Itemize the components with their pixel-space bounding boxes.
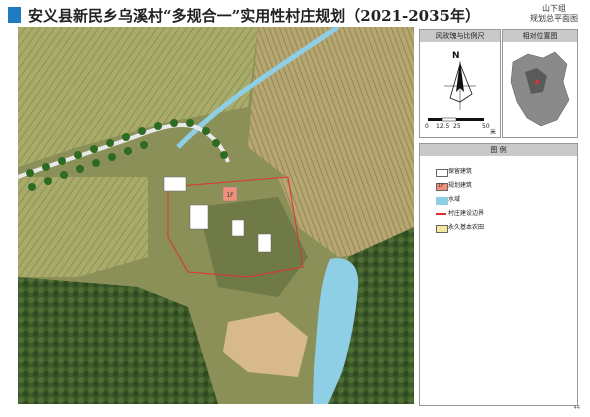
legend-item-farmland: 永久基本农田 — [436, 224, 484, 233]
legend-item-boundary: 村庄建设边界 — [436, 210, 484, 218]
legend-item-retained: 保留建筑 — [436, 168, 472, 177]
legend-panel: 图 例 保留建筑 1F 规划建筑 水域 村庄建设边界 永久基本农田 — [419, 143, 578, 406]
scale-bar-segment — [428, 118, 442, 121]
scale-tick-12-5: 12.5 — [436, 123, 450, 130]
legend-swatch-retained — [436, 169, 448, 177]
aerial-map-canvas: 1F — [18, 27, 414, 404]
wind-rose-panel: 风玫瑰与比例尺 N 0 12.5 25 50 米 — [419, 29, 501, 138]
sheet-plan-name: 规划总平面图 — [530, 14, 578, 23]
scale-unit: 米 — [490, 129, 497, 136]
legend-swatch-boundary — [436, 213, 446, 215]
sheet-label: 山下组 规划总平面图 — [530, 4, 578, 24]
page-number: 44 — [573, 405, 580, 411]
page-title: 安义县新民乡乌溪村“多规合一”实用性村庄规划（2021-2035年） — [28, 7, 480, 25]
aerial-map[interactable]: 1F — [18, 27, 414, 404]
header-color-block — [8, 7, 21, 23]
terraced-fields-west — [18, 177, 148, 277]
legend-item-planned: 1F 规划建筑 — [436, 182, 473, 191]
scale-tick-0: 0 — [425, 123, 429, 130]
planned-building-mark: 1F — [226, 192, 234, 199]
scale-bar-segment — [456, 118, 484, 121]
legend-item-water: 水域 — [436, 196, 460, 205]
location-panel: 相对位置图 — [502, 29, 578, 138]
scale-tick-50: 50 — [482, 123, 490, 130]
site-marker-icon — [535, 80, 539, 84]
location-panel-title: 相对位置图 — [503, 30, 577, 42]
scale-bar-segment — [441, 117, 457, 122]
legend-swatch-farmland — [436, 225, 448, 233]
legend-planned-mark: 1F — [438, 183, 445, 189]
location-map — [510, 51, 570, 127]
legend-panel-title: 图 例 — [420, 144, 577, 156]
sheet-group-name: 山下组 — [542, 4, 566, 13]
scale-tick-25: 25 — [453, 123, 461, 130]
wind-rose-panel-title: 风玫瑰与比例尺 — [420, 30, 500, 42]
north-label: N — [452, 51, 460, 61]
legend-swatch-water — [436, 197, 448, 205]
